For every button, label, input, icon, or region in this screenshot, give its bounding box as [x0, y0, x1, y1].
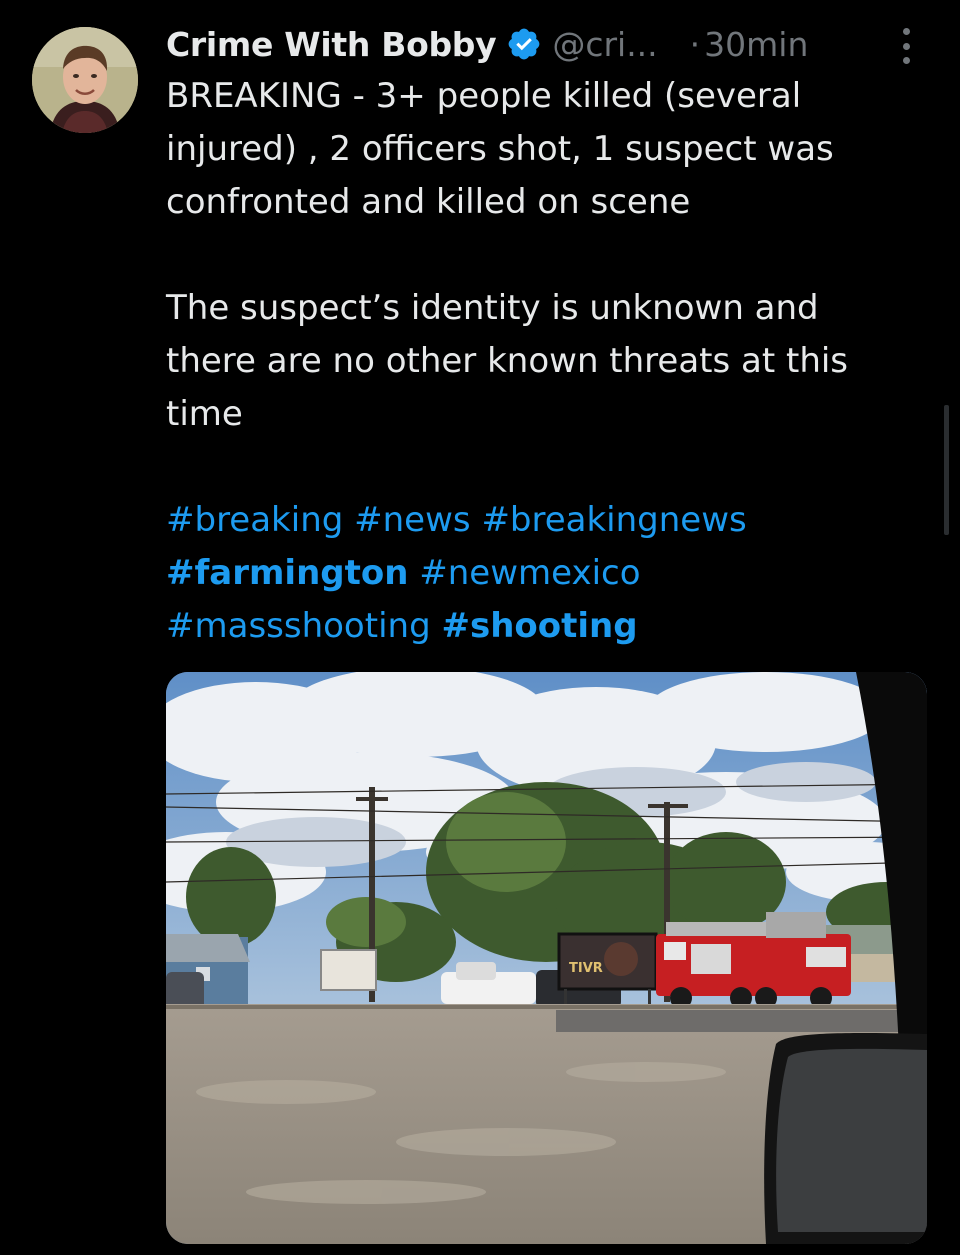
timestamp[interactable]: 30min	[704, 25, 808, 64]
avatar[interactable]	[32, 27, 138, 133]
author-handle[interactable]: @cri...	[552, 25, 657, 64]
scrollbar[interactable]	[944, 405, 949, 535]
svg-text:TIVR: TIVR	[569, 961, 603, 976]
hashtag-news[interactable]: #news	[354, 500, 470, 540]
hashtag-shooting[interactable]: #shooting	[441, 606, 637, 646]
verified-badge-icon[interactable]	[506, 26, 542, 62]
tweet-line: confronted and killed on scene	[166, 182, 691, 222]
tweet-photo[interactable]: TIVR	[166, 672, 927, 1244]
hashtag-massshooting[interactable]: #massshooting	[166, 606, 431, 646]
hashtag-breakingnews[interactable]: #breakingnews	[481, 500, 746, 540]
separator-dot: ·	[689, 24, 701, 64]
tweet-line: The suspect’s identity is unknown and	[166, 288, 819, 328]
tweet-text: BREAKING - 3+ people killed (several inj…	[166, 70, 926, 653]
tweet[interactable]: Crime With Bobby @cri... · 30min BREAKIN…	[0, 0, 960, 1255]
hashtags: #breaking #news #breakingnews #farmingto…	[166, 494, 926, 653]
tweet-line: injured) , 2 officers shot, 1 suspect wa…	[166, 129, 834, 169]
tweet-header: Crime With Bobby @cri... · 30min	[166, 20, 808, 68]
more-options-icon[interactable]	[896, 26, 916, 66]
hashtag-newmexico[interactable]: #newmexico	[419, 553, 640, 593]
tweet-line: BREAKING - 3+ people killed (several	[166, 76, 802, 116]
tweet-line: time	[166, 394, 243, 434]
display-name[interactable]: Crime With Bobby	[166, 25, 497, 64]
hashtag-breaking[interactable]: #breaking	[166, 500, 343, 540]
hashtag-farmington[interactable]: #farmington	[166, 553, 408, 593]
tweet-line: there are no other known threats at this	[166, 341, 849, 381]
